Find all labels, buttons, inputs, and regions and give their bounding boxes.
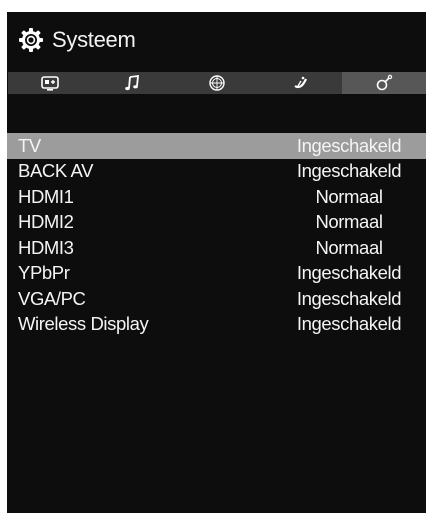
row-label: TV: [18, 134, 41, 156]
row-label: HDMI3: [18, 236, 74, 258]
page-title: Systeem: [52, 27, 136, 52]
row-value: Ingeschakeld: [296, 262, 402, 284]
list-item-back-av[interactable]: BACK AV Ingeschakeld: [7, 159, 426, 185]
row-label: YPbPr: [18, 262, 70, 284]
globe-icon: [209, 75, 225, 91]
list-item-hdmi2[interactable]: HDMI2 Normaal: [7, 210, 426, 236]
gear-icon: [19, 28, 43, 52]
tab-installation[interactable]: [258, 72, 343, 94]
row-value: Ingeschakeld: [296, 134, 402, 156]
list-item-tv[interactable]: TV Ingeschakeld: [7, 133, 426, 159]
picture-icon: [40, 76, 59, 91]
row-label: HDMI1: [18, 185, 74, 207]
settings-panel: Systeem TV Ingeschakeld BACK AV Ingescha…: [7, 12, 426, 513]
row-label: HDMI2: [18, 211, 74, 233]
row-value: Normaal: [315, 185, 383, 207]
category-tabs: [8, 72, 426, 94]
row-value: Ingeschakeld: [296, 313, 402, 335]
tab-picture[interactable]: [8, 72, 92, 94]
wrench-settings-icon: [376, 74, 393, 91]
tab-sound[interactable]: [91, 72, 176, 94]
list-item-hdmi3[interactable]: HDMI3 Normaal: [7, 235, 426, 261]
row-label: VGA/PC: [18, 287, 86, 309]
list-item-vga-pc[interactable]: VGA/PC Ingeschakeld: [7, 286, 426, 312]
row-label: Wireless Display: [18, 313, 149, 335]
row-label: BACK AV: [18, 160, 94, 182]
row-value: Normaal: [315, 211, 383, 233]
satellite-dish-icon: [293, 76, 307, 89]
list-item-ypbpr[interactable]: YPbPr Ingeschakeld: [7, 261, 426, 287]
row-value: Ingeschakeld: [296, 287, 402, 309]
music-note-icon: [125, 74, 140, 91]
list-item-wireless-display[interactable]: Wireless Display Ingeschakeld: [7, 312, 426, 338]
tab-network[interactable]: [175, 72, 259, 94]
list-item-hdmi1[interactable]: HDMI1 Normaal: [7, 184, 426, 210]
row-value: Normaal: [315, 236, 383, 258]
source-settings-list: TV Ingeschakeld BACK AV Ingeschakeld HDM…: [7, 133, 426, 337]
menu-header: Systeem: [7, 12, 426, 68]
row-value: Ingeschakeld: [296, 160, 402, 182]
tab-system[interactable]: [342, 72, 426, 94]
